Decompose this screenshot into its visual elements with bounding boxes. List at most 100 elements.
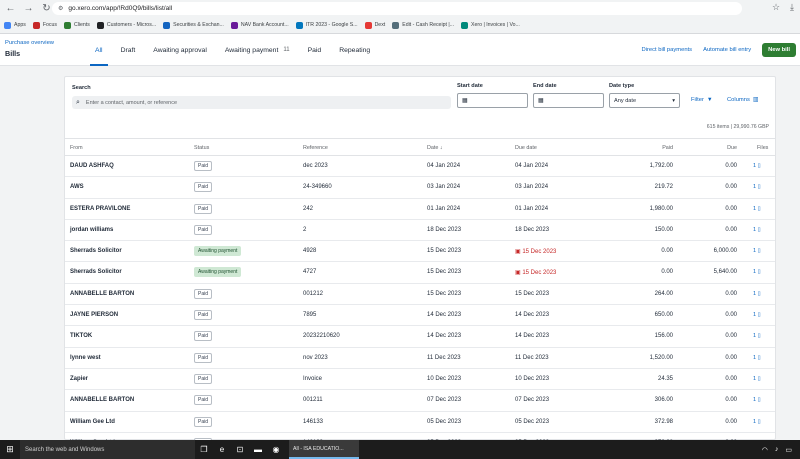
tab-paid[interactable]: Paid [299, 34, 331, 66]
bookmark-item[interactable]: NAV Bank Account... [230, 21, 289, 29]
row-files[interactable]: 1 ▯ [753, 163, 761, 169]
folder-icon[interactable]: ▬ [249, 440, 267, 459]
bookmark-item[interactable]: Xero | Invoices | Vo... [461, 21, 520, 29]
bookmark-item[interactable]: Customers - Micros... [96, 21, 156, 29]
col-files[interactable]: Files [757, 145, 768, 151]
tab-all[interactable]: All [86, 34, 112, 66]
row-from[interactable]: TIKTOK [70, 333, 92, 339]
row-due-date: 03 Jan 2024 [515, 184, 548, 190]
start-date-field[interactable]: ▦ [457, 93, 528, 108]
row-from[interactable]: Sherrads Solicitor [70, 248, 122, 254]
row-files[interactable]: 1 ▯ [753, 248, 761, 254]
forward-icon[interactable]: → [21, 1, 36, 16]
row-from[interactable]: lynne west [70, 355, 101, 361]
col-from[interactable]: From [70, 145, 83, 151]
row-status: Awaiting payment [194, 267, 242, 278]
bookmark-item[interactable]: Apps [4, 21, 26, 29]
row-files[interactable]: 1 ▯ [753, 397, 761, 403]
search-input[interactable]: ⌕ Enter a contact, amount, or reference [72, 96, 451, 109]
col-due-date[interactable]: Due date [515, 145, 537, 151]
direct-bill-payments-link[interactable]: Direct bill payments [641, 47, 692, 53]
bookmark-item[interactable]: Clients [63, 21, 90, 29]
row-from[interactable]: DAUD ASHFAQ [70, 163, 114, 169]
download-icon[interactable]: ⤓ [790, 2, 794, 13]
row-files[interactable]: 1 ▯ [753, 376, 761, 382]
columns-button[interactable]: Columns ▥ [727, 97, 758, 103]
table-row[interactable]: Sherrads Solicitor Awaiting payment 4928 15… [65, 241, 775, 263]
table-row[interactable]: TIKTOK Paid 20232210620 14 Dec 2023 14 Dec 2… [65, 326, 775, 348]
table-row[interactable]: DAUD ASHFAQ Paid dec 2023 04 Jan 2024 04 Jan… [65, 156, 775, 178]
table-row[interactable]: ESTERA PRAVILONE Paid 242 01 Jan 2024 01 Jan… [65, 199, 775, 220]
col-status[interactable]: Status [194, 145, 209, 151]
row-files[interactable]: 1 ▯ [753, 312, 761, 318]
row-due: 0.00 [725, 205, 737, 212]
col-paid[interactable]: Paid [662, 145, 673, 151]
row-from[interactable]: ESTERA PRAVILONE [70, 206, 130, 212]
row-from[interactable]: ANNABELLE BARTON [70, 397, 134, 403]
star-icon[interactable]: ☆ [772, 2, 780, 13]
table-row[interactable]: Zapier Paid Invoice 10 Dec 2023 10 Dec 2023 2… [65, 369, 775, 391]
row-due-date: 15 Dec 2023 [515, 291, 549, 297]
bookmark-item[interactable]: Focus [32, 21, 57, 29]
table-row[interactable]: Sherrads Solicitor Awaiting payment 4727 15… [65, 262, 775, 284]
row-files[interactable]: 1 ▯ [753, 184, 761, 190]
wifi-icon[interactable]: ◠ [762, 446, 768, 454]
task-view-icon[interactable]: ❐ [195, 440, 213, 459]
tab-awaiting-payment[interactable]: Awaiting payment 11 [216, 34, 299, 66]
tab-label: Paid [307, 46, 322, 54]
bookmark-item[interactable]: Dext [364, 21, 385, 29]
row-status: Paid [194, 373, 213, 384]
bookmark-item[interactable]: Edit - Cash Receipt |... [392, 21, 454, 29]
tab-draft[interactable]: Draft [112, 34, 145, 66]
automate-bill-entry-link[interactable]: Automate bill entry [703, 47, 751, 53]
row-from[interactable]: Zapier [70, 376, 88, 382]
table-row[interactable]: jordan williams Paid 2 18 Dec 2023 18 Dec 20… [65, 220, 775, 242]
date-type-select[interactable]: Any date ▾ [609, 93, 680, 108]
table-row[interactable]: William Gee Ltd Paid 146133 05 Dec 2023 05 D… [65, 412, 775, 433]
bookmark-icon [32, 21, 40, 29]
row-from[interactable]: AWS [70, 184, 84, 190]
bookmark-item[interactable]: ITR 2023 - Google S... [295, 21, 358, 29]
col-due[interactable]: Due [727, 145, 737, 151]
breadcrumb[interactable]: Purchase overview [5, 40, 54, 46]
taskbar-search[interactable]: Search the web and Windows [20, 440, 195, 459]
edge-icon[interactable]: e [213, 440, 231, 459]
table-row[interactable]: ANNABELLE BARTON Paid 001212 15 Dec 2023 15 … [65, 284, 775, 306]
row-files[interactable]: 1 ▯ [753, 206, 761, 212]
row-from[interactable]: jordan williams [70, 227, 113, 233]
bookmark-label: Securities & Exchan... [173, 22, 224, 28]
col-date[interactable]: Date ↓ [427, 145, 443, 151]
filter-button[interactable]: Filter ▼ [691, 97, 713, 103]
volume-icon[interactable]: ♪ [775, 446, 779, 454]
taskbar-app-chrome[interactable]: All - ISA EDUCATIO... [289, 440, 359, 459]
notification-icon[interactable]: ▭ [785, 446, 792, 454]
row-files[interactable]: 1 ▯ [753, 355, 761, 361]
tab-repeating[interactable]: Repeating [330, 34, 379, 66]
site-info-icon[interactable]: ⚙ [58, 5, 63, 12]
row-files[interactable]: 1 ▯ [753, 227, 761, 233]
windows-start-icon[interactable]: ⊞ [0, 440, 20, 459]
row-from[interactable]: ANNABELLE BARTON [70, 291, 134, 297]
tab-awaiting-approval[interactable]: Awaiting approval [144, 34, 216, 66]
back-icon[interactable]: ← [3, 1, 18, 16]
table-row[interactable]: JAYNE PIERSON Paid 7895 14 Dec 2023 14 Dec 2… [65, 305, 775, 327]
address-bar[interactable]: ⚙ go.xero.com/app/!Rd0Q9/bills/list/all [52, 2, 742, 15]
row-from[interactable]: William Gee Ltd [70, 419, 115, 425]
table-row[interactable]: lynne west Paid nov 2023 11 Dec 2023 11 Dec … [65, 348, 775, 369]
row-files[interactable]: 1 ▯ [753, 419, 761, 425]
col-reference[interactable]: Reference [303, 145, 328, 151]
table-row[interactable]: ANNABELLE BARTON Paid 001211 07 Dec 2023 07 … [65, 390, 775, 412]
chrome-icon[interactable]: ◉ [267, 440, 285, 459]
end-date-field[interactable]: ▦ [533, 93, 604, 108]
store-icon[interactable]: ⊡ [231, 440, 249, 459]
row-status: Awaiting payment [194, 246, 242, 257]
row-files[interactable]: 1 ▯ [753, 269, 761, 275]
row-due-date: 05 Dec 2023 [515, 419, 549, 425]
row-from[interactable]: Sherrads Solicitor [70, 269, 122, 275]
row-files[interactable]: 1 ▯ [753, 333, 761, 339]
bookmark-item[interactable]: Securities & Exchan... [163, 21, 224, 29]
new-bill-button[interactable]: New bill [762, 43, 796, 57]
row-from[interactable]: JAYNE PIERSON [70, 312, 118, 318]
table-row[interactable]: AWS Paid 24-349660 03 Jan 2024 03 Jan 2024 21… [65, 177, 775, 199]
row-files[interactable]: 1 ▯ [753, 291, 761, 297]
